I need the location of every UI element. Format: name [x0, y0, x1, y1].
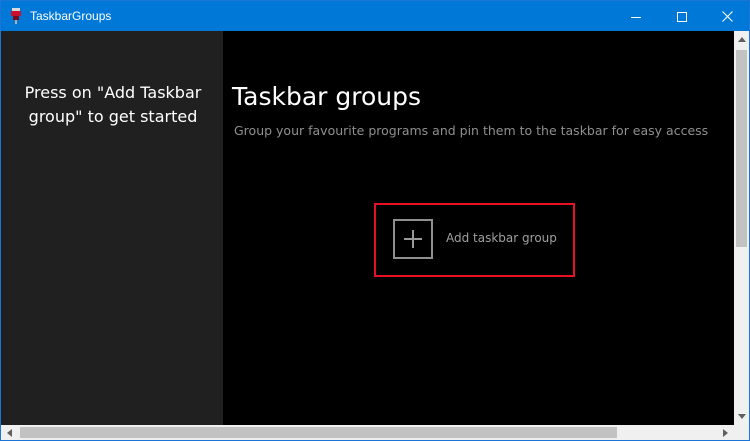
add-taskbar-group-button[interactable]: Add taskbar group — [374, 203, 575, 277]
maximize-icon — [677, 7, 687, 26]
main-panel: Taskbar groups Group your favourite prog… — [223, 31, 734, 425]
add-taskbar-group-label[interactable]: Add taskbar group — [446, 230, 557, 246]
scrollbar-corner — [734, 425, 749, 440]
window-title: TaskbarGroups — [30, 9, 112, 23]
minimize-icon — [631, 7, 641, 26]
close-icon — [721, 7, 733, 26]
sidebar: Press on "Add Taskbar group" to get star… — [1, 31, 223, 425]
plus-icon[interactable] — [393, 219, 433, 259]
minimize-button[interactable] — [613, 1, 659, 31]
maximize-button[interactable] — [659, 1, 705, 31]
vertical-scrollbar[interactable] — [734, 31, 749, 425]
arrow-up-icon[interactable] — [734, 31, 749, 48]
horizontal-scroll-thumb[interactable] — [20, 427, 617, 438]
sidebar-hint-text: Press on "Add Taskbar group" to get star… — [24, 83, 202, 126]
arrow-right-icon[interactable] — [717, 425, 734, 440]
arrow-left-icon[interactable] — [1, 425, 18, 440]
close-button[interactable] — [704, 1, 749, 31]
horizontal-scrollbar[interactable] — [1, 425, 734, 440]
title-bar[interactable]: TaskbarGroups — [1, 1, 749, 31]
vertical-scroll-thumb[interactable] — [736, 50, 747, 247]
page-title: Taskbar groups — [232, 82, 422, 111]
app-window: TaskbarGroups Press on "Add Taskbar grou… — [0, 0, 750, 441]
taskbar-groups-app-icon[interactable] — [9, 8, 23, 24]
arrow-down-icon[interactable] — [734, 408, 749, 425]
page-subtitle: Group your favourite programs and pin th… — [234, 123, 709, 138]
